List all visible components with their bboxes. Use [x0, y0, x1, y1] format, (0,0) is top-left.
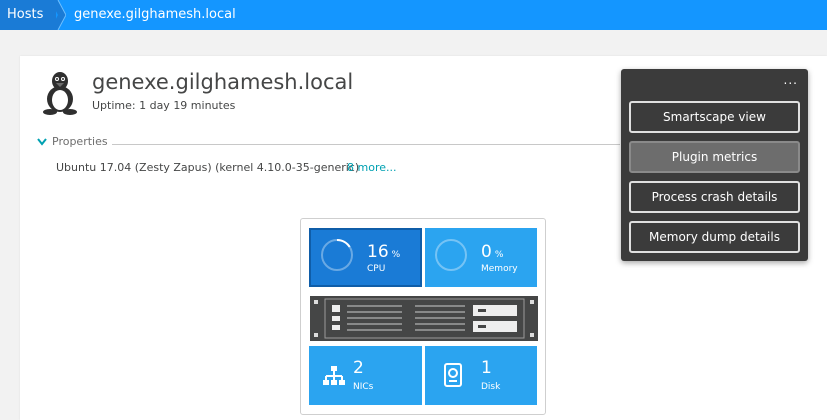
- properties-divider: [112, 144, 620, 145]
- cpu-label: CPU: [367, 264, 386, 274]
- memory-value: 0%: [481, 242, 504, 262]
- cpu-value: 16%: [367, 242, 401, 262]
- chevron-down-icon: [37, 137, 47, 146]
- disk-value: 1: [481, 358, 492, 378]
- cpu-tile[interactable]: 16% CPU: [309, 228, 422, 287]
- breadcrumb-current-host[interactable]: genexe.gilghamesh.local: [74, 0, 236, 30]
- nics-value: 2: [353, 358, 364, 378]
- memory-label: Memory: [481, 264, 518, 274]
- nics-label: NICs: [353, 382, 374, 392]
- disk-icon: [444, 363, 462, 387]
- disk-label: Disk: [481, 382, 501, 392]
- properties-toggle[interactable]: Properties: [37, 135, 108, 148]
- properties-label: Properties: [52, 135, 108, 148]
- memory-tile[interactable]: 0% Memory: [425, 228, 537, 287]
- breadcrumb-hosts[interactable]: Hosts: [0, 0, 56, 30]
- more-options-button[interactable]: ...: [784, 73, 798, 87]
- memory-dump-details-button[interactable]: Memory dump details: [629, 221, 800, 253]
- breadcrumb-separator-icon: [50, 0, 66, 30]
- server-rack-graphic: [310, 296, 538, 341]
- top-breadcrumb-bar: Hosts genexe.gilghamesh.local: [0, 0, 827, 30]
- host-uptime: Uptime: 1 day 19 minutes: [92, 99, 236, 112]
- properties-summary: Ubuntu 17.04 (Zesty Zapus) (kernel 4.10.…: [56, 161, 360, 174]
- disk-tile[interactable]: 1 Disk: [425, 346, 537, 405]
- host-infographic: 16% CPU 0% Memory 2 NICs 1 Disk: [300, 218, 546, 415]
- memory-gauge-icon: [435, 239, 467, 271]
- process-crash-details-button[interactable]: Process crash details: [629, 181, 800, 213]
- host-actions-menu: ... Smartscape view Plugin metrics Proce…: [621, 69, 808, 261]
- plugin-metrics-button[interactable]: Plugin metrics: [629, 141, 800, 173]
- smartscape-view-button[interactable]: Smartscape view: [629, 101, 800, 133]
- cpu-gauge-icon: [321, 239, 353, 271]
- properties-more-link[interactable]: 8 more...: [347, 161, 396, 174]
- network-icon: [323, 366, 345, 385]
- nics-tile[interactable]: 2 NICs: [309, 346, 422, 405]
- linux-tux-icon: [43, 72, 77, 115]
- page-title: genexe.gilghamesh.local: [92, 70, 354, 94]
- server-rack-icon: [314, 298, 534, 339]
